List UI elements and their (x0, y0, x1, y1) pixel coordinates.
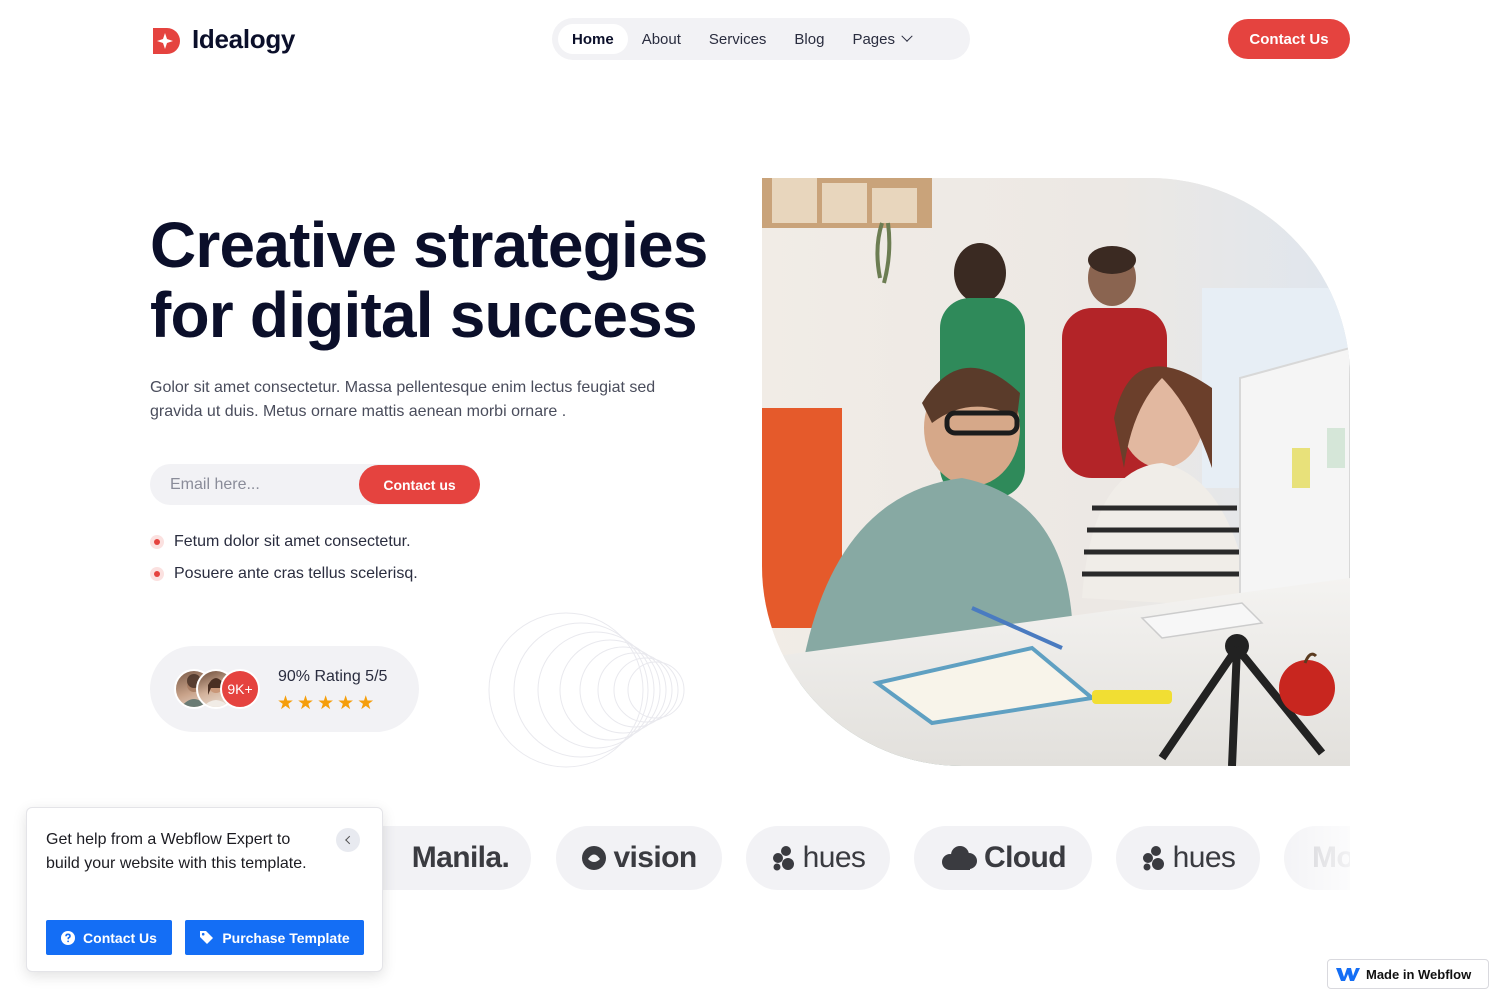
tag-icon (200, 931, 214, 944)
webflow-help-popup: Get help from a Webflow Expert to build … (26, 807, 383, 972)
hero-title: Creative strategies for digital success (150, 210, 750, 350)
count-badge: 9K+ (220, 669, 260, 709)
button-label: Purchase Template (222, 929, 350, 946)
star-icon: ★ (317, 693, 335, 714)
hero-title-line2: for digital success (150, 279, 698, 351)
nav-item-home[interactable]: Home (558, 24, 628, 54)
nav-item-pages[interactable]: Pages (838, 24, 925, 54)
vision-logo-icon (582, 846, 607, 870)
purchase-template-button[interactable]: Purchase Template (185, 920, 364, 955)
avatar-group: 9K+ (174, 669, 264, 709)
question-icon (61, 930, 76, 945)
nav-item-services[interactable]: Services (695, 24, 781, 54)
nav-label: Home (572, 30, 614, 48)
logo-strip-fade (1270, 820, 1360, 896)
cloud-logo-icon (942, 846, 977, 870)
hero-description: Golor sit amet consectetur. Massa pellen… (150, 379, 656, 420)
hues-logo-icon (772, 846, 794, 871)
nav-label: Pages (852, 30, 895, 48)
list-item: Posuere ante cras tellus scelerisq. (150, 562, 418, 586)
bullet-dot-icon (150, 535, 164, 549)
brand-logo[interactable]: Idealogy (150, 24, 295, 55)
nav-item-about[interactable]: About (628, 24, 695, 54)
webflow-logo-icon (1336, 968, 1360, 981)
help-contact-button[interactable]: Contact Us (46, 920, 172, 955)
partner-logo-vision: vision (556, 826, 722, 890)
email-form: Contact us (150, 464, 480, 505)
chevron-left-icon (345, 835, 354, 845)
nav-item-blog[interactable]: Blog (780, 24, 838, 54)
partner-logo-hues-2: hues (1116, 826, 1260, 890)
logo-mark-icon (150, 25, 180, 55)
star-icon: ★ (297, 693, 315, 714)
rating-card: 9K+ 90% Rating 5/5 ★ ★ ★ ★ ★ (150, 646, 419, 732)
chevron-down-icon (901, 30, 913, 42)
list-item-text: Posuere ante cras tellus scelerisq. (174, 565, 418, 582)
partner-logo-text: Cloud (984, 841, 1067, 874)
button-label: Contact Us (83, 929, 157, 946)
partner-logo-text: hues (1172, 841, 1236, 874)
nav-label: Services (708, 30, 767, 48)
hero-title-line1: Creative strategies (150, 209, 708, 281)
partner-logo-text: vision (613, 841, 697, 874)
nav-label: Blog (794, 30, 825, 48)
badge-label: Made in Webflow (1366, 966, 1472, 982)
brand-name: Idealogy (192, 24, 296, 54)
collapse-button[interactable] (336, 828, 360, 852)
hues-logo-icon (1142, 846, 1164, 871)
list-item-text: Fetum dolor sit amet consectetur. (174, 533, 411, 550)
star-icon: ★ (337, 693, 355, 714)
header-contact-button[interactable]: Contact Us (1228, 19, 1350, 59)
main-nav: Home About Services Blog Pages (552, 18, 970, 60)
partner-logo-hues: hues (746, 826, 890, 890)
made-in-webflow-badge[interactable]: Made in Webflow (1327, 959, 1489, 989)
star-icon: ★ (357, 693, 375, 714)
list-item: Fetum dolor sit amet consectetur. (150, 530, 418, 554)
partner-logo-text: Manila. (411, 841, 510, 874)
help-popup-text: Get help from a Webflow Expert to build … (46, 831, 307, 872)
star-rating: ★ ★ ★ ★ ★ (277, 694, 374, 714)
partner-logo-cloud: Cloud (914, 826, 1092, 890)
decorative-circles (488, 612, 685, 768)
star-icon: ★ (277, 693, 295, 714)
bullet-dot-icon (150, 567, 164, 581)
email-contact-button[interactable]: Contact us (359, 465, 480, 504)
nav-label: About (641, 30, 681, 48)
email-input[interactable] (150, 464, 360, 505)
feature-list: Fetum dolor sit amet consectetur. Posuer… (150, 530, 418, 594)
rating-text: 90% Rating 5/5 (278, 668, 388, 685)
hero-image (762, 178, 1350, 766)
partner-logo-text: hues (802, 841, 866, 874)
